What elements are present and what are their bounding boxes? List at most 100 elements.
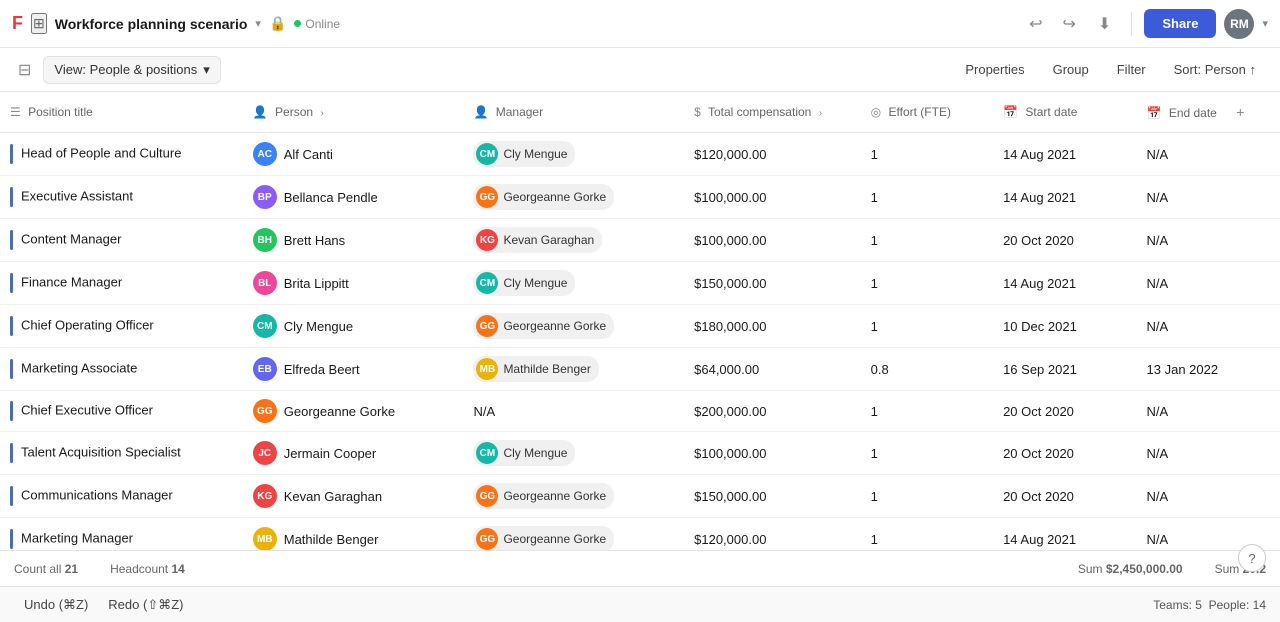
cell-end-date: 13 Jan 2022 [1137,348,1280,391]
row-indicator [10,486,13,506]
add-column-button[interactable]: + [1228,100,1252,124]
manager-col-icon: 👤 [473,105,488,119]
cell-start-date: 14 Aug 2021 [993,133,1136,176]
position-value: Chief Executive Officer [21,402,153,417]
download-button[interactable]: ⬇ [1090,10,1119,38]
person-name: Jermain Cooper [284,446,377,461]
table-row[interactable]: Executive AssistantBPBellanca PendleGGGe… [0,176,1280,219]
manager-chip: GGGeorgeanne Gorke [473,184,614,210]
toolbar: ⊟ View: People & positions ▾ Properties … [0,48,1280,92]
table-row[interactable]: Head of People and CultureACAlf CantiCMC… [0,133,1280,176]
cell-person: MBMathilde Benger [243,518,464,551]
person-avatar: BP [253,185,277,209]
share-button[interactable]: Share [1144,9,1216,38]
table-row[interactable]: Talent Acquisition SpecialistJCJermain C… [0,432,1280,475]
row-indicator [10,144,13,164]
filter-button[interactable]: Filter [1107,57,1156,82]
col-header-compensation[interactable]: $ Total compensation › [684,92,861,133]
cell-person: GGGeorgeanne Gorke [243,391,464,432]
cell-person: KG Kevan Garaghan [243,475,464,518]
cell-manager: CMCly Mengue [463,133,684,176]
cell-position: Marketing Associate [0,348,243,391]
cell-position: Content Manager [0,219,243,262]
cell-manager: CMCly Mengue [463,432,684,475]
person-avatar: AC [253,142,277,166]
row-indicator [10,401,13,421]
cell-start-date: 20 Oct 2020 [993,475,1136,518]
lock-icon[interactable]: 🔒 [269,15,286,32]
person-name: Cly Mengue [284,319,353,334]
cell-start-date: 14 Aug 2021 [993,262,1136,305]
end-col-icon: 📅 [1147,106,1162,120]
cell-manager: GGGeorgeanne Gorke [463,305,684,348]
person-avatar: BH [253,228,277,252]
cell-manager: GGGeorgeanne Gorke [463,475,684,518]
view-select[interactable]: View: People & positions ▾ [43,56,220,84]
col-header-manager[interactable]: 👤 Manager [463,92,684,133]
cell-compensation: $200,000.00 [684,391,861,432]
manager-name: Georgeanne Gorke [503,319,606,333]
cell-compensation: $150,000.00 [684,262,861,305]
cell-manager: MBMathilde Benger [463,348,684,391]
table-row[interactable]: Chief Operating OfficerCMCly MengueGGGeo… [0,305,1280,348]
cell-end-date: N/A [1137,475,1280,518]
person-name: Mathilde Benger [284,532,379,547]
manager-chip: KGKevan Garaghan [473,227,602,253]
cell-position: Chief Executive Officer [0,391,243,432]
cell-person: BLBrita Lippitt [243,262,464,305]
cell-compensation: $120,000.00 [684,133,861,176]
manager-chip: GGGeorgeanne Gorke [473,313,614,339]
sort-button[interactable]: Sort: Person ↑ [1164,57,1266,82]
cell-start-date: 14 Aug 2021 [993,176,1136,219]
col-label-effort: Effort (FTE) [889,105,951,119]
manager-chip: MBMathilde Benger [473,356,598,382]
table-row[interactable]: Communications ManagerKGKevan GaraghanGG… [0,475,1280,518]
properties-button[interactable]: Properties [955,57,1034,82]
cell-effort: 1 [861,219,993,262]
manager-avatar: CM [476,143,498,165]
table-row[interactable]: Marketing AssociateEBElfreda BeertMBMath… [0,348,1280,391]
row-indicator [10,359,13,379]
manager-name: Cly Mengue [503,276,567,290]
person-name: Kevan Garaghan [284,489,382,504]
undo-status-button[interactable]: Undo (⌘Z) [14,592,98,618]
position-value: Marketing Associate [21,360,137,375]
cell-person: JCJermain Cooper [243,432,464,475]
person-name: Georgeanne Gorke [284,404,395,419]
row-indicator [10,316,13,336]
table-row[interactable]: Chief Executive Officer GGGeorgeanne Gork… [0,391,1280,432]
avatar[interactable]: RM [1224,9,1254,39]
position-value: Executive Assistant [21,188,133,203]
manager-chip: CMCly Mengue [473,440,575,466]
effort-col-icon: ◎ [871,105,881,119]
col-label-end: End date [1169,106,1217,120]
grid-icon[interactable]: ⊞ [31,13,47,34]
col-header-end[interactable]: 📅 End date + [1137,92,1280,133]
row-indicator [10,230,13,250]
col-header-position[interactable]: ☰ Position title [0,92,243,133]
manager-chip: CMCly Mengue [473,141,575,167]
cell-person: ACAlf Canti [243,133,464,176]
group-button[interactable]: Group [1043,57,1099,82]
row-indicator [10,529,13,549]
table-row[interactable]: Finance ManagerBLBrita LippittCMCly Meng… [0,262,1280,305]
col-header-effort[interactable]: ◎ Effort (FTE) [861,92,993,133]
row-indicator [10,187,13,207]
person-avatar: KG [253,484,277,508]
data-table: ☰ Position title 👤 Person › 👤 Manager $ … [0,92,1280,550]
redo-status-button[interactable]: Redo (⇧⌘Z) [98,592,193,618]
cell-effort: 1 [861,391,993,432]
position-value: Content Manager [21,231,121,246]
col-header-person[interactable]: 👤 Person › [243,92,464,133]
undo-button[interactable]: ↩ [1023,10,1048,38]
help-button[interactable]: ? [1238,544,1266,572]
title-dropdown-icon[interactable]: ▾ [255,17,261,30]
table-row[interactable]: Marketing ManagerMBMathilde BengerGGGeor… [0,518,1280,551]
table-row[interactable]: Content ManagerBHBrett HansKGKevan Garag… [0,219,1280,262]
person-name: Brita Lippitt [284,276,349,291]
avatar-caret-icon[interactable]: ▾ [1262,17,1268,30]
redo-button[interactable]: ↪ [1057,10,1082,38]
col-label-start: Start date [1025,105,1077,119]
col-header-start[interactable]: 📅 Start date [993,92,1136,133]
sidebar-toggle-button[interactable]: ⊟ [14,56,35,84]
